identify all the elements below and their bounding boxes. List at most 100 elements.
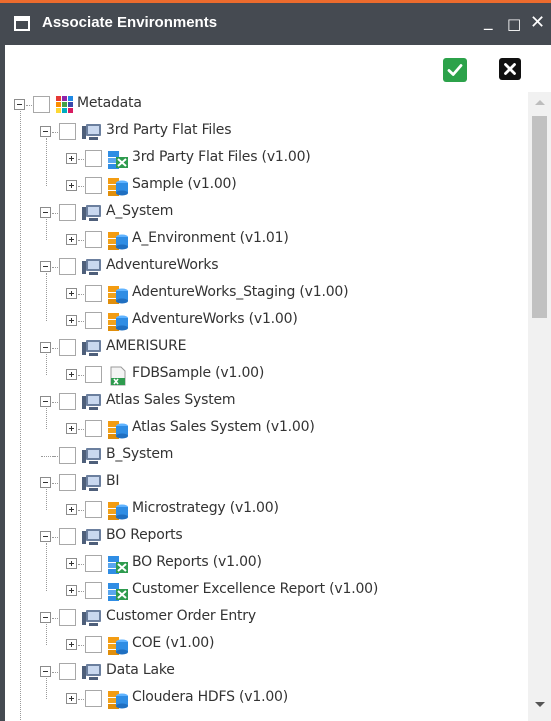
node-checkbox[interactable] [59,123,76,140]
tree-node[interactable]: BO Reports (v1.00) [66,551,522,578]
tree-node[interactable]: 3rd Party Flat Files (v1.00) [66,146,522,173]
tree-node[interactable]: Metadata [14,92,522,119]
expand-plus-icon[interactable] [66,234,77,245]
tree-node-label: Cloudera HDFS (v1.00) [132,689,289,705]
collapse-minus-icon[interactable] [40,207,51,218]
tree-node-label: BI [106,473,120,489]
node-checkbox[interactable] [85,312,102,329]
tree-node[interactable]: Cloudera HDFS (v1.00) [66,686,522,713]
tree-node[interactable]: Atlas Sales System (v1.00) [66,416,522,443]
system-icon [81,609,103,627]
node-checkbox[interactable] [85,690,102,707]
database-env-icon [107,177,129,196]
minimize-button[interactable]: _ [484,11,493,31]
tree-node[interactable]: AMERISURE [40,335,522,362]
collapse-minus-icon[interactable] [40,126,51,137]
tree-connector [52,483,58,484]
tree-node[interactable]: 3rd Party Flat Files [40,119,522,146]
node-checkbox[interactable] [59,474,76,491]
node-checkbox[interactable] [85,150,102,167]
environment-tree[interactable]: Metadata 3rd Party Flat Files 3rd Party Fl… [14,92,522,721]
node-checkbox[interactable] [85,636,102,653]
node-checkbox[interactable] [59,258,76,275]
tree-connector [52,213,58,214]
collapse-minus-icon[interactable] [40,666,51,677]
node-checkbox[interactable] [59,447,76,464]
scroll-up-arrow-icon[interactable] [535,100,545,105]
confirm-button[interactable] [443,58,467,82]
expand-plus-icon[interactable] [66,585,77,596]
node-checkbox[interactable] [59,528,76,545]
expand-plus-icon[interactable] [66,639,77,650]
tree-node[interactable]: Customer Excellence Report (v1.00) [66,578,522,605]
tree-node-label: FDBSample (v1.00) [132,365,265,381]
collapse-minus-icon[interactable] [40,531,51,542]
node-checkbox[interactable] [85,555,102,572]
tree-node[interactable]: AdentureWorks_Staging (v1.00) [66,281,522,308]
node-checkbox[interactable] [33,96,50,113]
node-checkbox[interactable] [59,204,76,221]
tree-node[interactable]: FDBSample (v1.00) [66,362,522,389]
tree-node[interactable]: Data Lake [40,659,522,686]
close-window-button[interactable]: ✕ [530,12,545,33]
tree-node-label: Atlas Sales System [106,392,236,408]
tree-node-label: A_System [106,203,174,219]
collapse-minus-icon[interactable] [40,477,51,488]
tree-connector [52,672,58,673]
tree-connector [78,699,84,700]
scroll-down-arrow-icon[interactable] [535,702,545,707]
tree-node-label: Metadata [77,95,142,111]
expand-plus-icon[interactable] [66,423,77,434]
tree-node[interactable]: A_System [40,200,522,227]
database-env-icon [107,312,129,331]
node-checkbox[interactable] [85,231,102,248]
collapse-minus-icon[interactable] [40,396,51,407]
tree-node[interactable]: A_Environment (v1.01) [66,227,522,254]
cancel-button[interactable] [499,58,521,80]
collapse-minus-icon[interactable] [14,99,25,110]
tree-connector [78,375,84,376]
tree-node-label: COE (v1.00) [132,635,215,651]
tree-node-label: Customer Order Entry [106,608,256,624]
expand-plus-icon[interactable] [66,504,77,515]
tree-node-label: Sample (v1.00) [132,176,237,192]
title-bar[interactable]: Associate Environments _ □ ✕ [0,3,551,45]
tree-node[interactable]: COE (v1.00) [66,632,522,659]
node-checkbox[interactable] [85,501,102,518]
tree-node[interactable]: Atlas Sales System [40,389,522,416]
tree-node[interactable]: BI [40,470,522,497]
node-checkbox[interactable] [59,393,76,410]
node-checkbox[interactable] [85,420,102,437]
vertical-scrollbar[interactable] [528,92,551,721]
tree-node[interactable]: BO Reports [40,524,522,551]
expand-plus-icon[interactable] [66,153,77,164]
scroll-thumb[interactable] [532,116,547,318]
collapse-minus-icon[interactable] [40,342,51,353]
expand-plus-icon[interactable] [66,558,77,569]
node-checkbox[interactable] [59,339,76,356]
maximize-button[interactable]: □ [507,15,521,33]
tree-node[interactable]: B_System [40,443,522,470]
database-env-icon [107,501,129,520]
tree-connector [78,645,84,646]
expand-plus-icon[interactable] [66,369,77,380]
expand-plus-icon[interactable] [66,693,77,704]
tree-node[interactable]: Sample (v1.00) [66,173,522,200]
node-checkbox[interactable] [59,663,76,680]
expand-plus-icon[interactable] [66,315,77,326]
tree-node[interactable]: AdventureWorks [40,254,522,281]
node-checkbox[interactable] [59,609,76,626]
node-checkbox[interactable] [85,582,102,599]
window-title: Associate Environments [42,14,218,31]
node-checkbox[interactable] [85,285,102,302]
node-checkbox[interactable] [85,177,102,194]
tree-node[interactable]: Customer Order Entry [40,605,522,632]
collapse-minus-icon[interactable] [40,612,51,623]
tree-connector [78,564,84,565]
expand-plus-icon[interactable] [66,180,77,191]
expand-plus-icon[interactable] [66,288,77,299]
tree-node[interactable]: Microstrategy (v1.00) [66,497,522,524]
tree-node[interactable]: AdventureWorks (v1.00) [66,308,522,335]
collapse-minus-icon[interactable] [40,261,51,272]
node-checkbox[interactable] [85,366,102,383]
